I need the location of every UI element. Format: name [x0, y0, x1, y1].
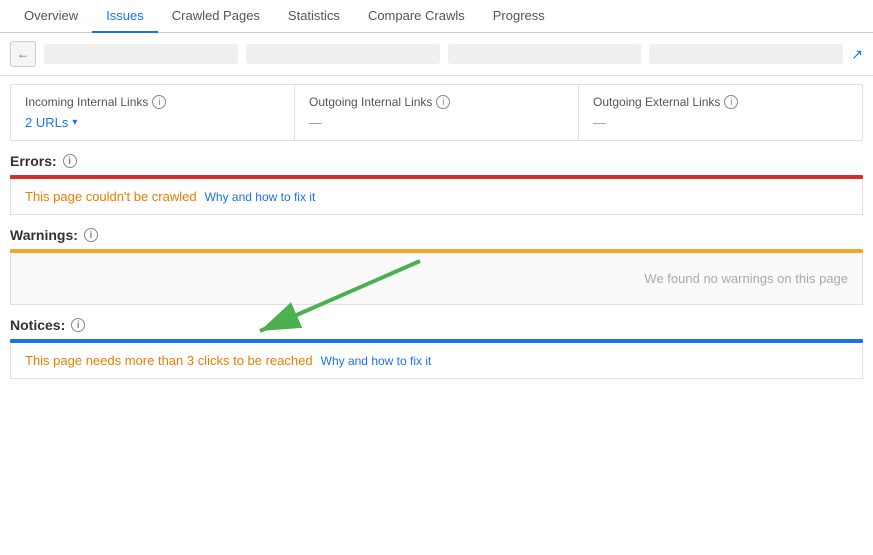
external-link-icon[interactable]: ↗: [851, 46, 863, 63]
incoming-links-col: Incoming Internal Links i 2 URLs ▾: [11, 85, 295, 140]
outgoing-internal-title: Outgoing Internal Links i: [309, 95, 564, 109]
outgoing-internal-value: —: [309, 115, 564, 130]
warnings-info-icon[interactable]: i: [84, 228, 98, 242]
back-button[interactable]: ←: [10, 41, 36, 67]
errors-info-icon[interactable]: i: [63, 154, 77, 168]
notices-issue-text: This page needs more than 3 clicks to be…: [25, 353, 313, 368]
tab-crawled-pages[interactable]: Crawled Pages: [158, 0, 274, 33]
outgoing-internal-label: Outgoing Internal Links: [309, 95, 432, 109]
warnings-section: Warnings: i We found no warnings on this…: [10, 227, 863, 305]
errors-title: Errors:: [10, 153, 57, 169]
url-placeholder-1: [44, 44, 238, 64]
incoming-links-label: Incoming Internal Links: [25, 95, 148, 109]
incoming-links-title: Incoming Internal Links i: [25, 95, 280, 109]
warnings-header: Warnings: i: [10, 227, 863, 243]
errors-issue-text: This page couldn't be crawled: [25, 189, 197, 204]
notices-issue-row: This page needs more than 3 clicks to be…: [10, 343, 863, 379]
tab-statistics[interactable]: Statistics: [274, 0, 354, 33]
outgoing-external-info-icon[interactable]: i: [724, 95, 738, 109]
incoming-links-info-icon[interactable]: i: [152, 95, 166, 109]
url-placeholder-2: [246, 44, 440, 64]
tab-progress[interactable]: Progress: [479, 0, 559, 33]
tab-compare-crawls[interactable]: Compare Crawls: [354, 0, 479, 33]
notices-header: Notices: i: [10, 317, 863, 333]
outgoing-external-title: Outgoing External Links i: [593, 95, 848, 109]
warnings-title: Warnings:: [10, 227, 78, 243]
links-section: Incoming Internal Links i 2 URLs ▾ Outgo…: [10, 84, 863, 141]
outgoing-external-links-col: Outgoing External Links i —: [579, 85, 862, 140]
notices-section: Notices: i This page needs more than 3 c…: [10, 317, 863, 379]
outgoing-external-value: —: [593, 115, 848, 130]
url-placeholder-3: [448, 44, 642, 64]
outgoing-internal-links-col: Outgoing Internal Links i —: [295, 85, 579, 140]
errors-section: Errors: i This page couldn't be crawled …: [10, 153, 863, 215]
tab-overview[interactable]: Overview: [10, 0, 92, 33]
url-bar: ← ↗: [0, 33, 873, 76]
warnings-empty-state: We found no warnings on this page: [10, 253, 863, 305]
incoming-links-chevron: ▾: [72, 117, 77, 128]
outgoing-external-label: Outgoing External Links: [593, 95, 720, 109]
nav-tabs: Overview Issues Crawled Pages Statistics…: [0, 0, 873, 33]
incoming-links-count: 2 URLs: [25, 115, 68, 130]
errors-issue-row: This page couldn't be crawled Why and ho…: [10, 179, 863, 215]
url-placeholder-4: [649, 44, 843, 64]
errors-fix-link[interactable]: Why and how to fix it: [205, 190, 316, 204]
notices-title: Notices:: [10, 317, 65, 333]
outgoing-internal-info-icon[interactable]: i: [436, 95, 450, 109]
errors-header: Errors: i: [10, 153, 863, 169]
incoming-links-value[interactable]: 2 URLs ▾: [25, 115, 280, 130]
notices-fix-link[interactable]: Why and how to fix it: [321, 354, 432, 368]
tab-issues[interactable]: Issues: [92, 0, 158, 33]
notices-info-icon[interactable]: i: [71, 318, 85, 332]
